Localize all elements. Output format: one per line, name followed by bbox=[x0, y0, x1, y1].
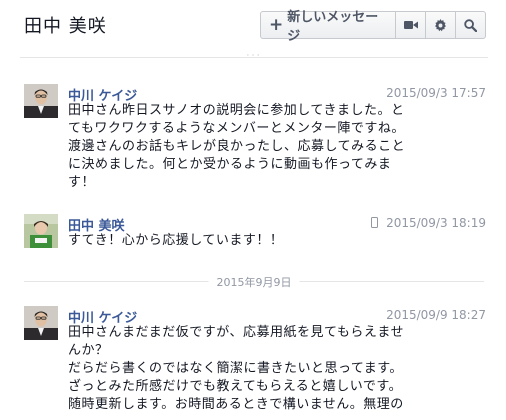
message-timestamp-container: 2015/09/3 18:19 bbox=[371, 216, 486, 230]
mobile-phone-icon bbox=[371, 217, 379, 228]
video-call-button[interactable] bbox=[395, 11, 426, 39]
new-message-label: 新しいメッセージ bbox=[287, 10, 379, 44]
header-toolbar: + 新しいメッセージ bbox=[260, 10, 486, 44]
person-avatar-image bbox=[24, 214, 58, 248]
message-text: 田中さん昨日スサノオの説明会に参加してきました。と てもワクワクするようなメンバ… bbox=[68, 103, 406, 190]
conversation-title: 田中 美咲 bbox=[24, 16, 107, 37]
message-author-link[interactable]: 中川 ケイジ bbox=[68, 307, 137, 326]
gear-icon bbox=[434, 18, 447, 31]
video-camera-icon bbox=[403, 21, 418, 29]
date-divider: 2015年9月9日 bbox=[24, 274, 484, 290]
plus-icon: + bbox=[269, 14, 284, 35]
load-more-indicator[interactable]: · · · bbox=[228, 52, 278, 60]
person-avatar-image bbox=[24, 84, 58, 118]
message-timestamp: 2015/09/3 18:19 bbox=[386, 216, 486, 230]
date-divider-label: 2015年9月9日 bbox=[208, 274, 300, 290]
settings-button[interactable] bbox=[425, 11, 456, 39]
message-timestamp: 2015/09/3 17:57 bbox=[386, 86, 486, 100]
history-top-divider: · · · bbox=[20, 52, 488, 60]
message-text: 田中さんまだまだ仮ですが、応募用紙を見てもらえませ んか？ だらだら書くのではな… bbox=[68, 325, 404, 412]
avatar[interactable] bbox=[24, 84, 58, 118]
message-text: すてき！心から応援しています！！ bbox=[68, 233, 284, 248]
person-avatar-image bbox=[24, 306, 58, 340]
avatar[interactable] bbox=[24, 214, 58, 248]
message-author-link[interactable]: 田中 美咲 bbox=[68, 215, 125, 234]
message-author-link[interactable]: 中川 ケイジ bbox=[68, 85, 137, 104]
conversation-header: 田中 美咲 + 新しいメッセージ bbox=[0, 0, 506, 48]
search-button[interactable] bbox=[455, 11, 486, 39]
new-message-button[interactable]: + 新しいメッセージ bbox=[260, 10, 396, 44]
search-icon bbox=[464, 18, 477, 32]
avatar[interactable] bbox=[24, 306, 58, 340]
message-timestamp: 2015/09/9 18:27 bbox=[386, 308, 486, 322]
